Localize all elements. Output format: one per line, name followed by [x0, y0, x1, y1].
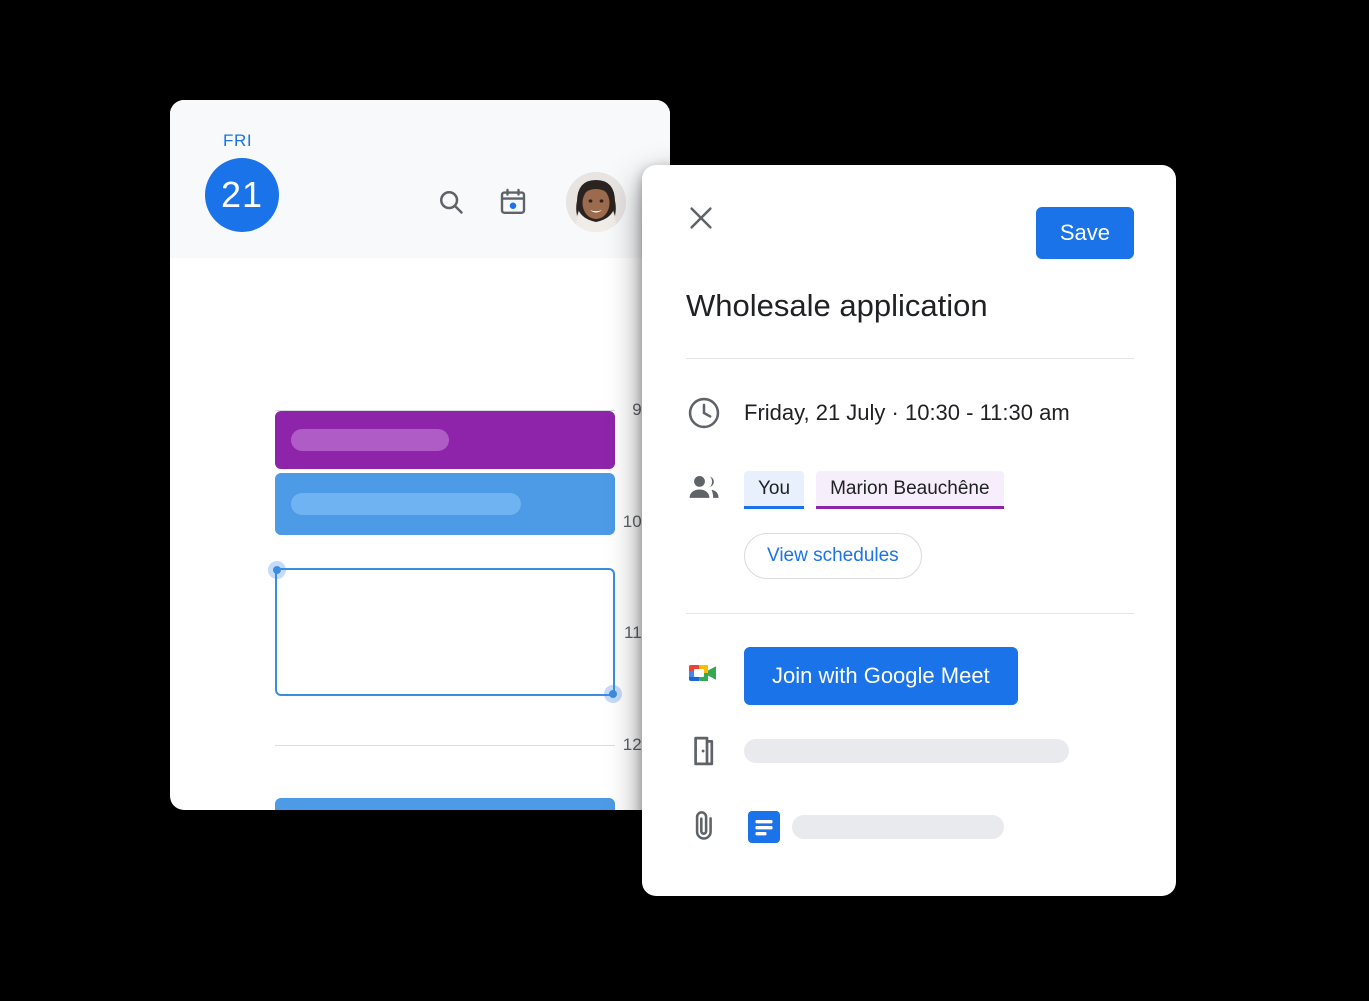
attachment-placeholder[interactable]: [792, 815, 1004, 839]
calendar-header: FRI 21: [170, 100, 670, 258]
grid-line-12pm: [275, 745, 615, 746]
day-number-badge[interactable]: 21: [205, 158, 279, 232]
paperclip-icon: [686, 807, 722, 843]
calendar-icon[interactable]: [498, 187, 528, 217]
calendar-event-blue-afternoon[interactable]: [275, 798, 615, 810]
event-title-placeholder: [291, 429, 449, 451]
join-google-meet-button[interactable]: Join with Google Meet: [744, 647, 1018, 705]
header-actions: [436, 172, 626, 232]
resize-handle-top[interactable]: [268, 561, 286, 579]
room-placeholder[interactable]: [744, 739, 1069, 763]
guest-chip-marion[interactable]: Marion Beauchêne: [816, 471, 1004, 509]
guest-chip-you[interactable]: You: [744, 471, 805, 509]
avatar[interactable]: [566, 172, 626, 232]
page-title: Wholesale application: [686, 288, 988, 323]
divider-top: [686, 358, 1134, 359]
search-icon[interactable]: [436, 187, 466, 217]
calendar-card: FRI 21 9 10 11 12: [170, 100, 670, 810]
save-button[interactable]: Save: [1035, 207, 1134, 259]
divider-bottom: [686, 613, 1134, 614]
day-abbreviation: FRI: [223, 131, 253, 150]
view-schedules-button[interactable]: View schedules: [744, 533, 922, 579]
resize-handle-bottom[interactable]: [604, 685, 622, 703]
door-icon: [686, 733, 722, 769]
event-title-placeholder: [291, 493, 521, 515]
google-docs-icon[interactable]: [748, 811, 780, 843]
calendar-event-purple[interactable]: [275, 411, 615, 469]
calendar-grid[interactable]: 9 am 10 am 11 am 12 pm 1 pm: [170, 258, 670, 810]
close-icon[interactable]: [686, 203, 716, 233]
event-detail-panel: Save Wholesale application Friday, 21 Ju…: [642, 165, 1176, 896]
event-datetime: Friday, 21 July · 10:30 - 11:30 am: [744, 400, 1070, 425]
calendar-event-blue-morning[interactable]: [275, 473, 615, 535]
people-icon: [686, 470, 722, 506]
screenshot-stage: FRI 21 9 10 11 12 Save Wholesale applica…: [0, 0, 1369, 1001]
clock-icon: [686, 395, 722, 431]
panel-toolbar: Save: [642, 165, 1176, 270]
guest-chips: You Marion Beauchêne: [744, 471, 1004, 509]
time-selection-box[interactable]: [268, 561, 622, 703]
google-meet-icon: [686, 655, 722, 691]
